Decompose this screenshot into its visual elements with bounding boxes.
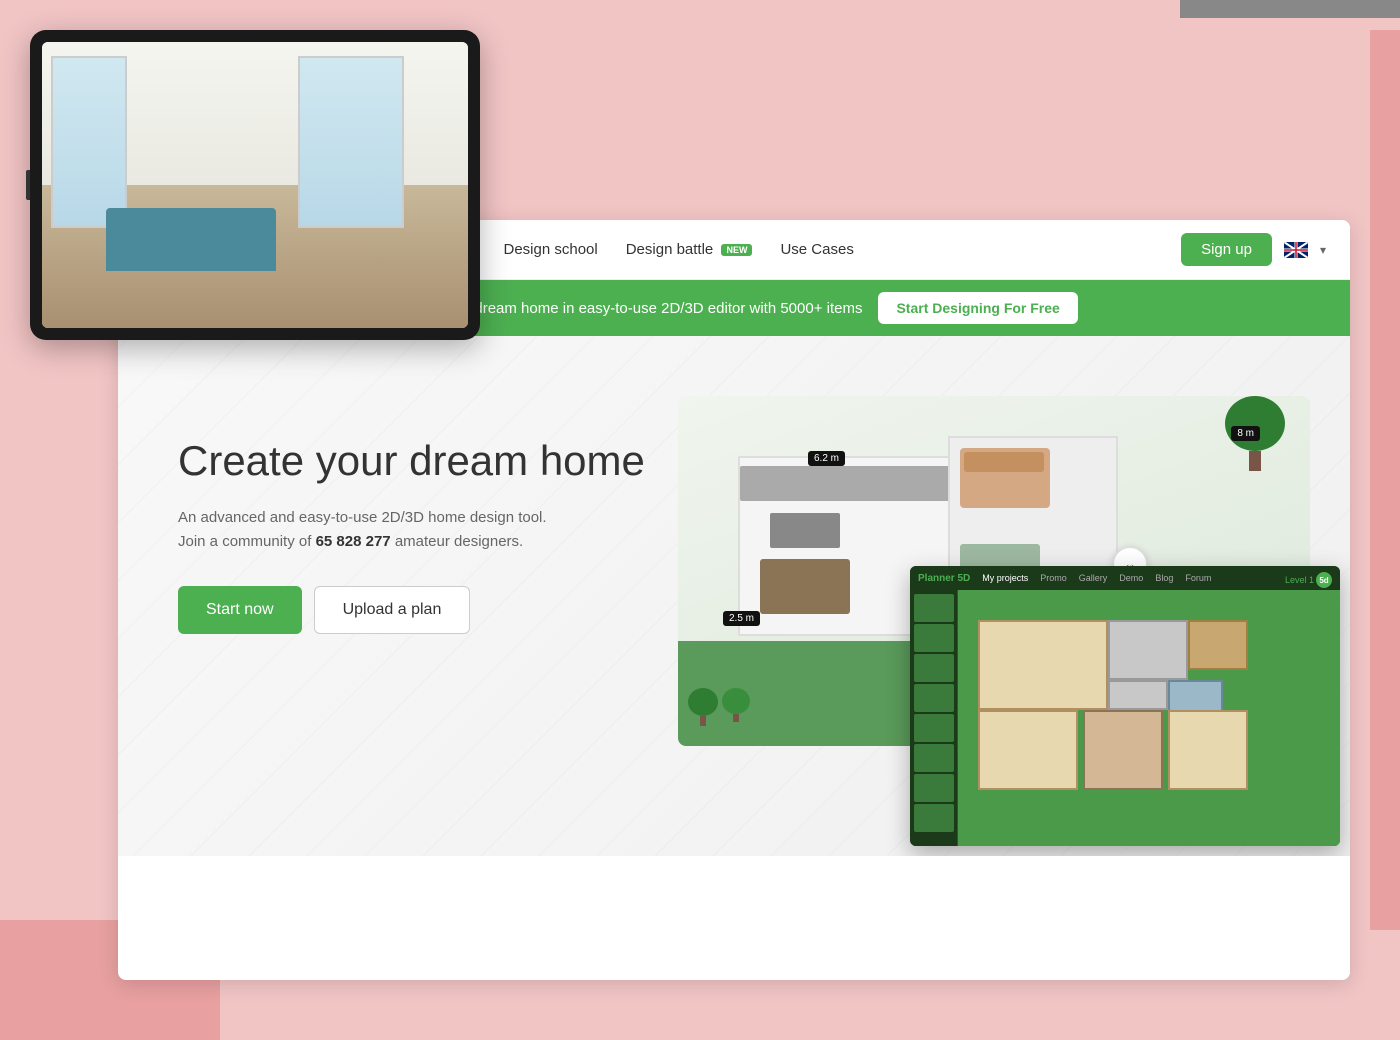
hero-visual: 6.2 m 8 m 2.5 m ✓ ↔ ↺ 🗑 [658,396,1310,816]
nav-link-design-school[interactable]: Design school [504,241,598,258]
tablet-screen: Planner 5D [42,42,468,328]
editor-canvas [958,590,1340,846]
editor-body [910,590,1340,846]
sidebar-item-8[interactable] [914,804,954,832]
design-battle-text: Design battle [626,241,714,258]
measure-label-2: 8 m [1231,426,1260,441]
level-text: Level 1 [1285,575,1314,585]
tablet-device: Planner 5D [30,30,480,340]
right-side-bar [1370,30,1400,930]
fp2d-bedroom2 [1083,710,1163,790]
sidebar-item-3[interactable] [914,654,954,682]
start-now-button[interactable]: Start now [178,586,302,634]
editor-tab-blog[interactable]: Blog [1155,573,1173,583]
sidebar-item-2[interactable] [914,624,954,652]
editor-tab-gallery[interactable]: Gallery [1079,573,1108,583]
subtitle-line2: Join a community of [178,533,311,550]
sidebar-item-7[interactable] [914,774,954,802]
editor-tab-my-projects[interactable]: My projects [982,573,1028,583]
measure-label-1: 6.2 m [808,451,845,466]
start-designing-button[interactable]: Start Designing For Free [878,292,1077,324]
editor-sidebar [910,590,958,846]
fp2d-garage [1188,620,1248,670]
nav-link-use-cases[interactable]: Use Cases [780,241,853,258]
subtitle-line3: amateur designers. [395,533,523,550]
nav-right: Sign up ▾ [1181,233,1326,266]
hero-title: Create your dream home [178,436,658,486]
room-window-left [51,56,128,228]
tablet-side-button [26,170,30,200]
sidebar-item-6[interactable] [914,744,954,772]
measure-label-3: 2.5 m [723,611,760,626]
editor-toolbar: Planner 5D My projects Promo Gallery Dem… [910,566,1340,590]
sidebar-item-5[interactable] [914,714,954,742]
fp2d-extra-room [1168,710,1248,790]
hero-subtitle: An advanced and easy-to-use 2D/3D home d… [178,506,658,554]
subtitle-line1: An advanced and easy-to-use 2D/3D home d… [178,509,547,526]
community-count: 65 828 277 [316,533,391,550]
fp2d-living [978,620,1108,710]
hero-content: Create your dream home An advanced and e… [178,396,658,634]
new-badge: NEW [721,244,752,256]
language-chevron[interactable]: ▾ [1320,243,1326,257]
editor-tab-forum[interactable]: Forum [1185,573,1211,583]
fp2d-hallway [1108,680,1168,710]
2d-editor-screenshot: Planner 5D My projects Promo Gallery Dem… [910,566,1340,846]
sidebar-item-4[interactable] [914,684,954,712]
sidebar-item-1[interactable] [914,594,954,622]
fp2d-bedroom1 [978,710,1078,790]
upload-plan-button[interactable]: Upload a plan [314,586,471,634]
hero-section: Create your dream home An advanced and e… [118,336,1350,856]
fp2d-kitchen [1108,620,1188,680]
language-flag [1284,242,1308,258]
room-sofa [106,208,276,271]
room-window-right [298,56,405,228]
tablet-frame: Planner 5D [30,30,480,340]
fp2d-layout [968,600,1330,836]
nav-link-design-battle[interactable]: Design battle NEW [626,241,753,258]
editor-logo: Planner 5D [918,573,970,584]
tablet-room-view [42,42,468,328]
sign-up-button[interactable]: Sign up [1181,233,1272,266]
editor-tab-promo[interactable]: Promo [1040,573,1067,583]
hero-buttons: Start now Upload a plan [178,586,658,634]
editor-tab-demo[interactable]: Demo [1119,573,1143,583]
level-indicator: Level 1 5d [1281,570,1336,590]
top-right-bar [1180,0,1400,18]
